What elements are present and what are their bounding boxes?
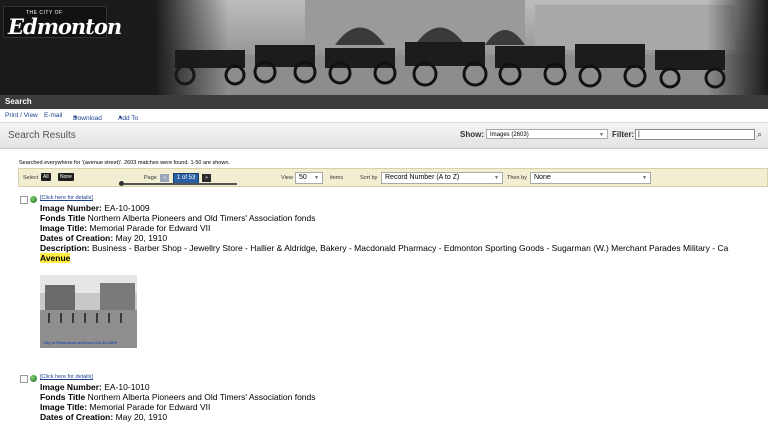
record-checkbox[interactable] — [20, 375, 28, 383]
fonds-value: Northern Alberta Pioneers and Old Timers… — [87, 213, 316, 223]
thenby-value: None — [534, 174, 551, 181]
dates-field: Dates of Creation: May 20, 1910 — [40, 233, 167, 243]
show-select[interactable]: Images (2603) ▼ — [486, 129, 608, 139]
select-label: Select — [23, 175, 39, 181]
dates-value: May 20, 1910 — [115, 233, 168, 243]
title-field: Image Title: Memorial Parade for Edward … — [40, 402, 210, 412]
items-label: items — [330, 175, 344, 181]
description-label: Description: — [40, 243, 90, 253]
search-label[interactable]: Search — [5, 97, 32, 106]
header-banner: THE CITY OF Edmonton — [0, 0, 768, 95]
chevron-down-icon: ▼ — [642, 175, 647, 181]
fonds-label: Fonds Title — [40, 213, 86, 223]
page-slider[interactable] — [119, 183, 237, 185]
fonds-value: Northern Alberta Pioneers and Old Timers… — [87, 392, 316, 402]
details-link[interactable]: [Click here for details] — [40, 374, 93, 380]
page-label: Page — [144, 175, 157, 181]
thenby-label: Then by — [507, 175, 527, 181]
globe-icon — [30, 375, 37, 382]
sortby-label: Sort by — [360, 175, 378, 181]
email-link[interactable]: E-mail — [44, 112, 62, 119]
search-icon[interactable]: ⌕ — [757, 129, 766, 140]
title-label: Image Title: — [40, 223, 88, 233]
sortby-value: Record Number (A to Z) — [385, 174, 460, 181]
highlighted-term: Avenue — [40, 253, 71, 263]
image-number-value: EA-10-1010 — [104, 382, 150, 392]
dates-label: Dates of Creation: — [40, 233, 114, 243]
details-link[interactable]: [Click here for details] — [40, 195, 93, 201]
description-highlight-line: Avenue — [40, 253, 71, 263]
title-field: Image Title: Memorial Parade for Edward … — [40, 223, 210, 233]
image-number-label: Image Number: — [40, 203, 102, 213]
page-title: Search Results — [8, 130, 76, 141]
search-bar: Search — [0, 95, 768, 109]
chevron-down-icon: ▼ — [118, 115, 123, 121]
results-controls: Select All None Page « 1 of 53 » View 50… — [18, 168, 768, 187]
description-value: Business - Barber Shop - Jewellry Store … — [91, 243, 729, 253]
select-none-button[interactable]: None — [58, 173, 74, 181]
title-label: Image Title: — [40, 402, 88, 412]
next-page-button[interactable]: » — [202, 174, 211, 182]
search-summary: Searched everywhere for '(avenue street)… — [19, 160, 230, 166]
filter-label: Filter: — [612, 130, 635, 139]
title-value: Memorial Parade for Edward VII — [89, 223, 211, 233]
results-header: Search Results Show: Images (2603) ▼ Fil… — [0, 123, 768, 149]
show-label: Show: — [460, 130, 484, 139]
fonds-field: Fonds Title Northern Alberta Pioneers an… — [40, 213, 316, 223]
view-label: View — [281, 175, 293, 181]
record-checkbox[interactable] — [20, 196, 28, 204]
sortby-select[interactable]: Record Number (A to Z) ▼ — [381, 172, 503, 184]
dates-value: May 20, 1910 — [115, 412, 168, 422]
title-value: Memorial Parade for Edward VII — [89, 402, 211, 412]
toolbar: Print / View E-mail Download ▼ Add To ▼ — [0, 109, 768, 123]
fonds-label: Fonds Title — [40, 392, 86, 402]
thenby-select[interactable]: None ▼ — [530, 172, 651, 184]
globe-icon — [30, 196, 37, 203]
show-select-value: Images (2603) — [490, 132, 529, 138]
dates-field: Dates of Creation: May 20, 1910 — [40, 412, 167, 422]
city-logo[interactable]: THE CITY OF Edmonton — [3, 6, 122, 39]
dates-label: Dates of Creation: — [40, 412, 114, 422]
select-all-button[interactable]: All — [41, 173, 51, 181]
record-thumbnail[interactable]: City of Edmonton Archives EA-10-1009 — [40, 275, 137, 348]
page-slider-handle[interactable] — [119, 181, 124, 186]
print-view-link[interactable]: Print / View — [5, 112, 38, 119]
filter-input[interactable]: | — [635, 129, 755, 140]
view-count-select[interactable]: 50 ▼ — [295, 172, 323, 184]
image-number-field: Image Number: EA-10-1010 — [40, 382, 150, 392]
chevron-down-icon: ▼ — [314, 175, 319, 181]
image-number-field: Image Number: EA-10-1009 — [40, 203, 150, 213]
fonds-field: Fonds Title Northern Alberta Pioneers an… — [40, 392, 316, 402]
prev-page-button[interactable]: « — [160, 174, 169, 182]
view-count-value: 50 — [299, 174, 307, 181]
image-number-value: EA-10-1009 — [104, 203, 150, 213]
description-field: Description: Business - Barber Shop - Je… — [40, 243, 728, 253]
chevron-down-icon: ▼ — [599, 132, 604, 138]
image-number-label: Image Number: — [40, 382, 102, 392]
thumbnail-caption: City of Edmonton Archives EA-10-1009 — [43, 340, 117, 345]
banner-photo — [155, 0, 768, 95]
chevron-down-icon: ▼ — [73, 115, 78, 121]
chevron-down-icon: ▼ — [494, 175, 499, 181]
thumbnail-image — [40, 275, 137, 348]
logo-text: Edmonton — [8, 14, 122, 39]
